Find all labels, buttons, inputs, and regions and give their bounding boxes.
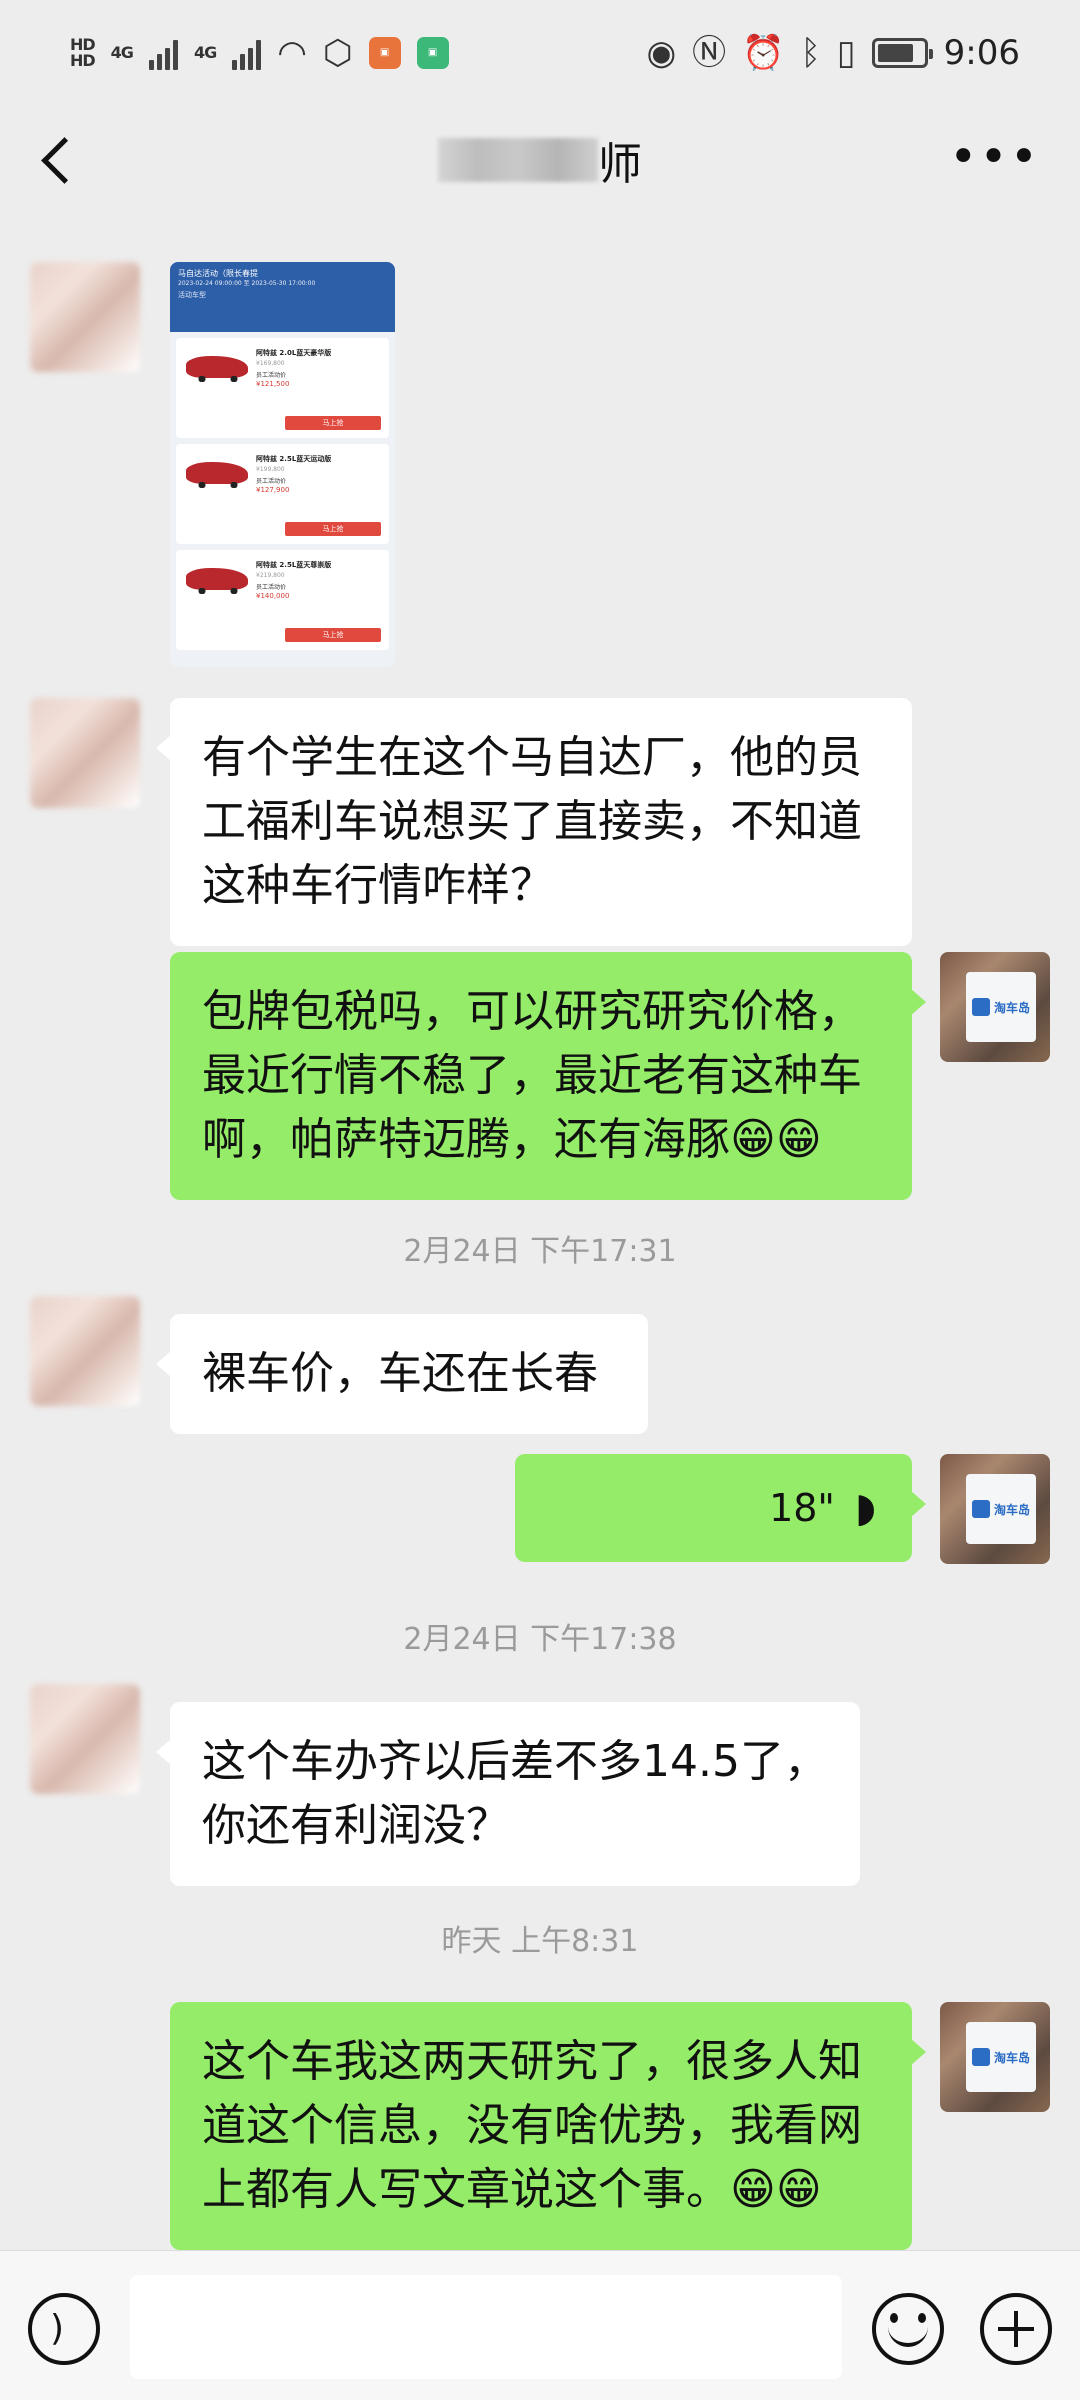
voice-duration: 18" — [769, 1486, 835, 1530]
car-item: 阿特兹 2.5L蓝天运动版 ¥199,800 员工活动价 ¥127,900 马上… — [176, 444, 389, 544]
car-market-price: ¥169,800 — [256, 360, 285, 367]
timestamp: 昨天 上午8:31 — [441, 1924, 639, 1959]
car-staff-price: ¥127,900 — [256, 486, 290, 494]
alarm-icon: ⏰ — [742, 32, 785, 73]
timestamp: 2月24日 下午17:38 — [403, 1622, 677, 1657]
status-right: ◉ Ⓝ ⏰ ᛒ ▯ 9:06 — [647, 33, 1021, 73]
avatar-card: 淘车岛 — [966, 972, 1036, 1042]
avatar-label: 淘车岛 — [993, 2050, 1030, 2065]
network-type-2: 4G — [193, 42, 217, 62]
contact-avatar[interactable] — [30, 698, 140, 808]
message-input[interactable] — [130, 2275, 842, 2379]
voice-icon[interactable]: ) — [28, 2293, 100, 2365]
car-staff-label: 员工活动价 — [256, 478, 287, 485]
car-name: 阿特兹 2.5L蓝天尊崇版 — [256, 561, 332, 569]
chevron-left-icon[interactable] — [30, 130, 90, 190]
logo-icon — [971, 998, 990, 1016]
avatar-label: 淘车岛 — [993, 1502, 1030, 1517]
contact-avatar[interactable] — [30, 1684, 140, 1794]
image-title: 马自达活动（限长春提 — [178, 269, 258, 278]
car-image-icon — [186, 356, 248, 382]
avatar-label: 淘车岛 — [993, 1000, 1030, 1015]
car-staff-price: ¥121,500 — [256, 380, 290, 388]
car-buy-button: 马上抢 — [285, 416, 381, 430]
my-avatar[interactable]: 淘车岛 — [940, 2002, 1050, 2112]
chat-header: 师 ••• — [0, 105, 1080, 215]
wifi-icon: ◠ — [277, 32, 307, 73]
clock: 9:06 — [943, 32, 1020, 73]
contact-avatar[interactable] — [30, 262, 140, 372]
voice-message[interactable]: 18" ◖ — [515, 1454, 926, 1562]
chat-title: 师 — [438, 128, 642, 192]
car-item: 阿特兹 2.5L蓝天尊崇版 ¥219,800 员工活动价 ¥140,000 马上… — [176, 550, 389, 650]
message-bubble-outgoing[interactable]: 包牌包税吗，可以研究研究价格，最近行情不稳了，最近老有这种车啊，帕萨特迈腾，还有… — [170, 952, 926, 1200]
image-header: 马自达活动（限长春提 2023-02-24 09:00:00 至 2023-05… — [170, 262, 395, 332]
car-buy-button: 马上抢 — [285, 628, 381, 642]
car-image-icon — [186, 568, 248, 594]
image-date: 2023-02-24 09:00:00 至 2023-05-30 17:00:0… — [178, 280, 316, 287]
car-item: 阿特兹 2.0L蓝天豪华版 ¥169,800 员工活动价 ¥121,500 马上… — [176, 338, 389, 438]
car-staff-price: ¥140,000 — [256, 592, 290, 600]
voice-wave-icon: ◖ — [854, 1485, 876, 1531]
network-type-1: 4G — [110, 42, 134, 62]
car-buy-button: 马上抢 — [285, 522, 381, 536]
my-avatar[interactable]: 淘车岛 — [940, 952, 1050, 1062]
vibrate-icon: ▯ — [836, 32, 856, 73]
avatar-card: 淘车岛 — [966, 2022, 1036, 2092]
car-market-price: ¥199,800 — [256, 466, 285, 473]
message-bubble-incoming[interactable]: 这个车办齐以后差不多14.5了，你还有利润没？ — [156, 1702, 860, 1886]
car-market-price: ¥219,800 — [256, 572, 285, 579]
car-staff-label: 员工活动价 — [256, 584, 287, 591]
my-avatar[interactable]: 淘车岛 — [940, 1454, 1050, 1564]
car-name: 阿特兹 2.5L蓝天运动版 — [256, 455, 332, 463]
message-bubble-incoming[interactable]: 裸车价，车还在长春 — [156, 1314, 648, 1434]
status-left: HD HD 4G 4G ◠ ⬡ ▣ ▣ — [70, 36, 449, 70]
input-bar: ) — [0, 2250, 1080, 2400]
more-dots-icon[interactable]: ••• — [949, 133, 1040, 181]
logo-icon — [971, 2048, 990, 2066]
eye-icon: ◉ — [646, 32, 677, 73]
plus-icon[interactable] — [980, 2293, 1052, 2365]
bluetooth-icon: ᛒ — [800, 32, 821, 73]
hd-icon: HD HD — [70, 34, 96, 70]
car-staff-label: 员工活动价 — [256, 372, 287, 379]
image-section: 活动车型 — [178, 291, 206, 299]
contact-avatar[interactable] — [30, 1296, 140, 1406]
message-bubble-incoming[interactable]: 有个学生在这个马自达厂，他的员工福利车说想买了直接卖，不知道这种车行情咋样？ — [156, 698, 912, 946]
image-message[interactable]: 马自达活动（限长春提 2023-02-24 09:00:00 至 2023-05… — [170, 262, 395, 667]
nfc-icon: Ⓝ — [692, 32, 727, 73]
signal-icon-2 — [232, 36, 262, 70]
redacted-name — [438, 138, 598, 182]
car-name: 阿特兹 2.0L蓝天豪华版 — [256, 349, 332, 357]
app-notification-icon: ▣ — [368, 36, 401, 69]
chat-title-text: 师 — [598, 139, 642, 190]
battery-icon — [871, 37, 933, 68]
car-image-icon — [186, 462, 248, 488]
emoji-icon[interactable] — [872, 2293, 944, 2365]
message-bubble-outgoing[interactable]: 这个车我这两天研究了，很多人知道这个信息，没有啥优势，我看网上都有人写文章说这个… — [170, 2002, 926, 2250]
status-bar: HD HD 4G 4G ◠ ⬡ ▣ ▣ ◉ Ⓝ ⏰ ᛒ ▯ 9:06 — [0, 0, 1080, 105]
shield-hand-icon: ⬡ — [322, 32, 353, 73]
avatar-card: 淘车岛 — [966, 1474, 1036, 1544]
voice-content: 18" ◖ — [551, 1484, 876, 1532]
logo-icon — [971, 1500, 990, 1518]
timestamp: 2月24日 下午17:31 — [403, 1234, 677, 1269]
signal-icon — [148, 36, 178, 70]
app-notification-icon-2: ▣ — [416, 36, 449, 69]
